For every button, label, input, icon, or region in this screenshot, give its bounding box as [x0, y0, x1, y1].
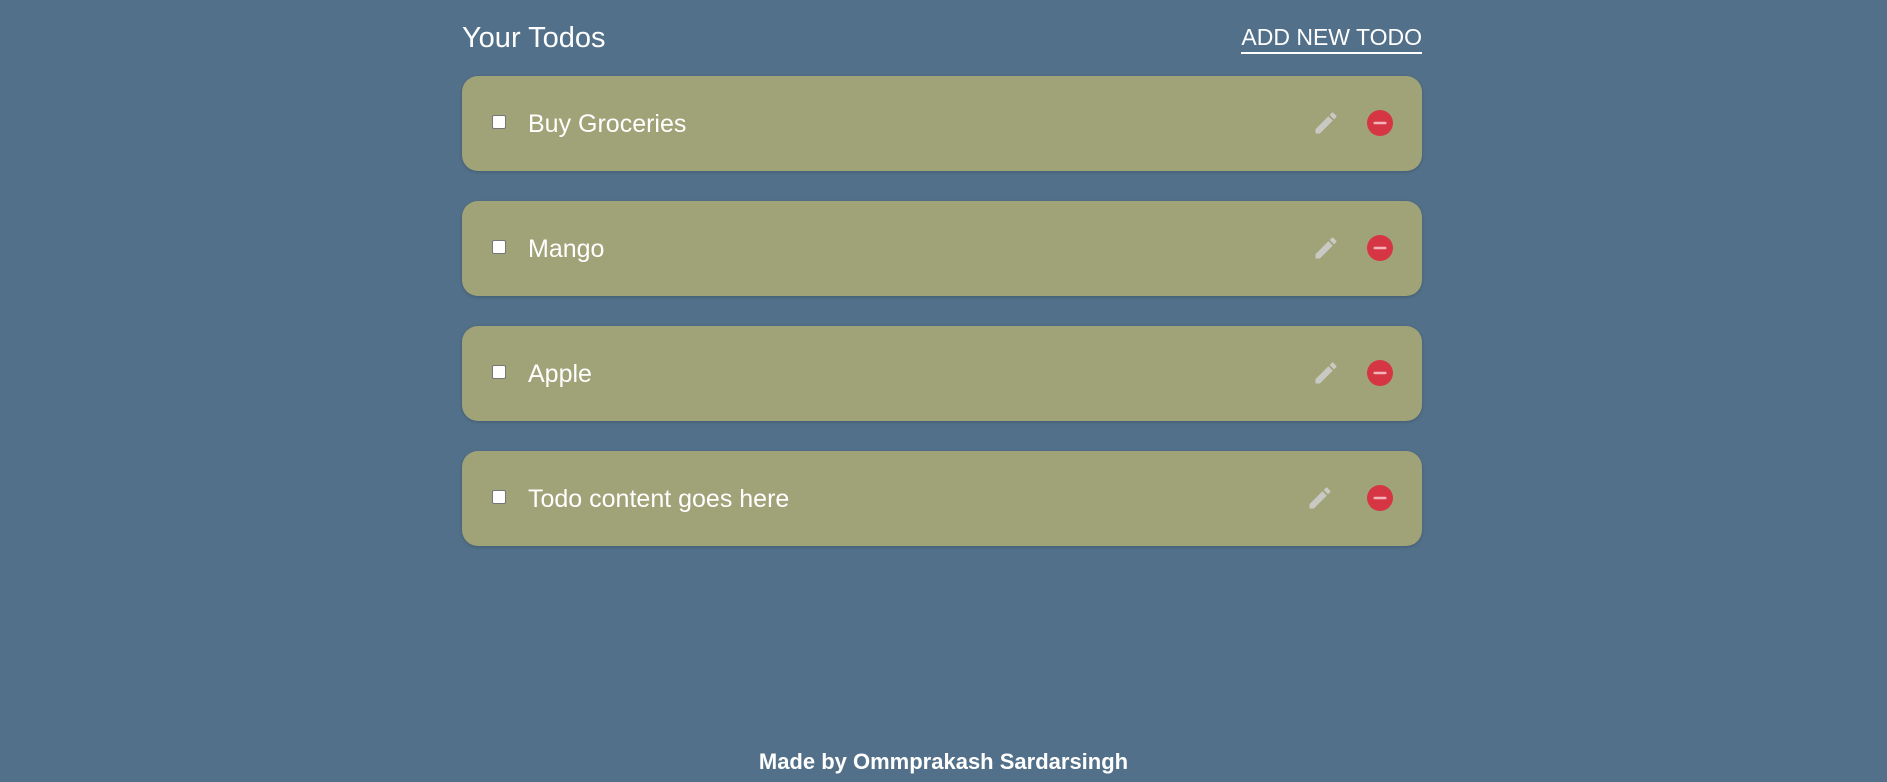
todo-checkbox[interactable]	[492, 115, 506, 129]
todo-item: Buy Groceries	[462, 76, 1422, 171]
minus-circle-icon[interactable]	[1366, 109, 1394, 137]
todo-text: Mango	[528, 235, 605, 263]
pencil-icon[interactable]	[1312, 109, 1340, 137]
todo-checkbox[interactable]	[492, 490, 506, 504]
todo-item: Apple	[462, 326, 1422, 421]
footer-credit: Made by Ommprakash Sardarsingh	[758, 749, 1129, 774]
header: Your Todos ADD NEW TODO	[462, 0, 1422, 76]
pencil-icon[interactable]	[1312, 234, 1340, 262]
add-new-todo-link[interactable]: ADD NEW TODO	[1241, 23, 1422, 54]
todo-item: Todo content goes here	[462, 451, 1422, 546]
pencil-icon[interactable]	[1306, 484, 1334, 512]
todo-list: Buy Groceries Mango Apple Todo content g…	[462, 76, 1422, 576]
todo-checkbox[interactable]	[492, 365, 506, 379]
minus-circle-icon[interactable]	[1366, 234, 1394, 262]
page-title: Your Todos	[462, 22, 606, 54]
todo-checkbox[interactable]	[492, 240, 506, 254]
minus-circle-icon[interactable]	[1366, 359, 1394, 387]
todo-item: Mango	[462, 201, 1422, 296]
pencil-icon[interactable]	[1312, 359, 1340, 387]
todo-text: Apple	[528, 360, 592, 388]
todo-app: Your Todos ADD NEW TODO Buy Groceries Ma…	[462, 0, 1422, 546]
minus-circle-icon[interactable]	[1366, 484, 1394, 512]
todo-text: Todo content goes here	[528, 485, 790, 513]
todo-text: Buy Groceries	[528, 110, 687, 138]
